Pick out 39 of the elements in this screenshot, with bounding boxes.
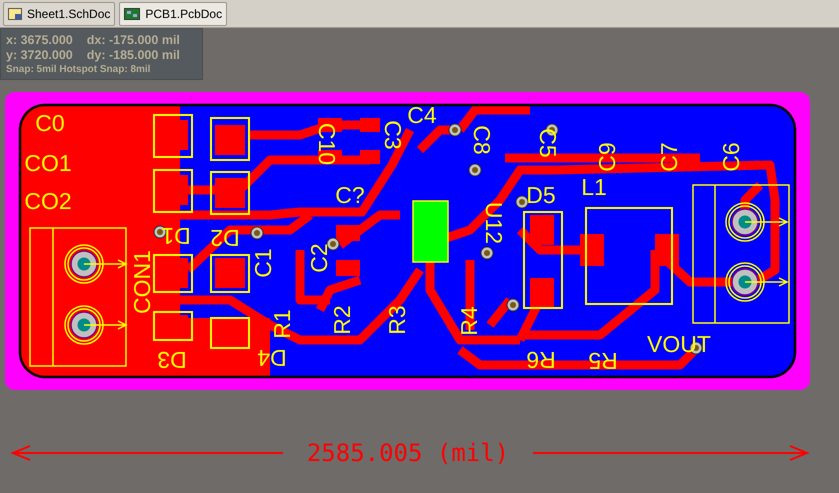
component-label: C8 xyxy=(469,125,495,155)
component-label: R6 xyxy=(526,347,556,373)
component-label: C3 xyxy=(380,120,406,150)
component-label: C0 xyxy=(35,110,65,136)
delta-text: dx: -175.000 mil xyxy=(86,33,180,48)
coordinate-text: x: 3675.000 xyxy=(6,33,73,48)
component-label: R2 xyxy=(329,305,355,335)
snap-text: Snap: 5mil Hotspot Snap: 8mil xyxy=(6,63,152,76)
component-label: C? xyxy=(335,182,365,208)
document-tab[interactable]: PCB1.PcbDoc xyxy=(119,2,228,26)
circuit-board-icon xyxy=(124,8,140,20)
component-label: CO2 xyxy=(24,188,72,214)
component-label: C7 xyxy=(656,142,682,172)
component-label: D3 xyxy=(157,347,187,373)
component-label: C4 xyxy=(407,102,437,128)
component-label: C6 xyxy=(718,142,744,172)
component-label: D1 xyxy=(161,223,191,249)
component-label: D2 xyxy=(210,225,240,251)
component-label: R4 xyxy=(456,306,482,336)
component-label: C9 xyxy=(594,142,620,172)
component-label: C5 xyxy=(535,128,561,158)
component-label: R5 xyxy=(588,348,618,374)
component-label: VOUT xyxy=(647,331,711,357)
component-label: CON1 xyxy=(129,250,155,314)
component-label: D5 xyxy=(526,182,556,208)
document-tab[interactable]: Sheet1.SchDoc xyxy=(3,2,116,26)
coordinate-text: y: 3720.000 xyxy=(6,48,73,63)
dimension-text: 2585.005 (mil) xyxy=(306,439,510,467)
component-label: C10 xyxy=(314,122,340,166)
component-label: D4 xyxy=(257,345,287,371)
component-label: C1 xyxy=(250,248,276,278)
component-label: R1 xyxy=(269,309,295,339)
delta-text: dy: -185.000 mil xyxy=(86,48,180,63)
component-label: U12 xyxy=(481,202,507,244)
component-label: CO1 xyxy=(24,150,72,176)
component-label: C2 xyxy=(306,243,332,273)
component-label: L1 xyxy=(581,174,607,200)
component-label: R3 xyxy=(384,305,410,335)
document-icon xyxy=(8,8,22,20)
